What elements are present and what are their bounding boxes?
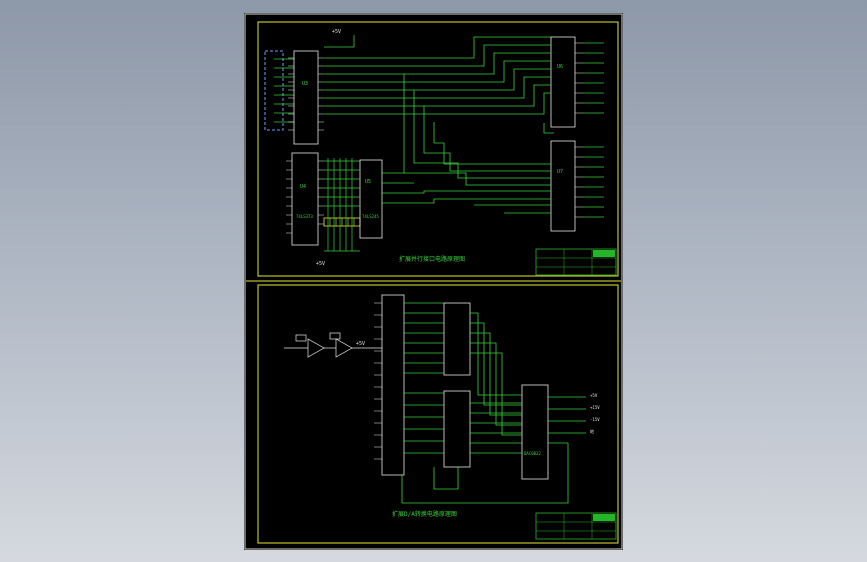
schematic-canvas: U3 +5V U4 74LS373 +5V U5 74LS245 U6 U7 扩… <box>244 13 623 550</box>
bottom-sheet: +5V DAC0832 +5V +15V -15V 地 扩展D/A转换电路原理图 <box>257 284 619 544</box>
cpu-chip-body <box>381 294 405 476</box>
dac-chip-body <box>521 384 549 480</box>
resistor-leads <box>327 158 353 251</box>
chip-u3-label: U3 <box>302 81 308 87</box>
chip-u4-body <box>291 152 319 246</box>
chip-u3-pins <box>288 57 324 131</box>
rail-label-5v: +5V <box>590 393 598 398</box>
chip-u4-label: U4 <box>300 184 306 190</box>
bottom-caption: 扩展D/A转换电路原理图 <box>392 510 457 518</box>
top-bus-supply-label: +5V <box>316 261 325 267</box>
rail-label-ground: 地 <box>590 428 594 434</box>
rail-label-minus15v: -15V <box>590 417 600 422</box>
chip-latch-label: 74LS373 <box>296 214 313 219</box>
right-chip-pins <box>575 42 584 218</box>
bottom-latch-body <box>443 302 471 376</box>
chip-u5-body <box>359 159 383 239</box>
right-chip-outputs <box>584 42 604 218</box>
connector-leads <box>274 58 294 123</box>
bottom-supply-label: +5V <box>356 341 365 347</box>
connector-dashed-box <box>264 50 284 131</box>
chip-u3-body <box>293 50 319 145</box>
bottom-title-block <box>535 512 617 540</box>
chip-u7-label: U7 <box>557 169 563 175</box>
chip-u6-label: U6 <box>557 64 563 70</box>
cpu-chip-pins <box>374 302 382 460</box>
opamp-stage <box>284 332 382 358</box>
rail-label-15v: +15V <box>590 405 600 410</box>
top-sheet: U3 +5V U4 74LS373 +5V U5 74LS245 U6 U7 扩… <box>246 21 621 282</box>
top-sheet-frame <box>257 21 619 277</box>
chip-u6-body <box>550 36 576 128</box>
dac-chip-label: DAC0832 <box>524 451 541 456</box>
resistor-array: +5V <box>316 217 361 267</box>
chip-buffer-label: 74LS245 <box>362 214 379 219</box>
bottom-decoder-body <box>443 390 471 468</box>
top-title-block <box>535 248 617 276</box>
chip-u7-body <box>550 140 576 232</box>
top-caption: 扩展并行接口电路原理图 <box>399 255 465 263</box>
bottom-bus-wiring <box>401 302 586 504</box>
bottom-sheet-frame <box>257 284 619 544</box>
chip-u5-label: U5 <box>365 179 371 185</box>
top-bus-wiring <box>324 36 554 214</box>
top-supply-label: +5V <box>332 29 341 35</box>
drawing-viewport[interactable]: U3 +5V U4 74LS373 +5V U5 74LS245 U6 U7 扩… <box>244 13 623 550</box>
